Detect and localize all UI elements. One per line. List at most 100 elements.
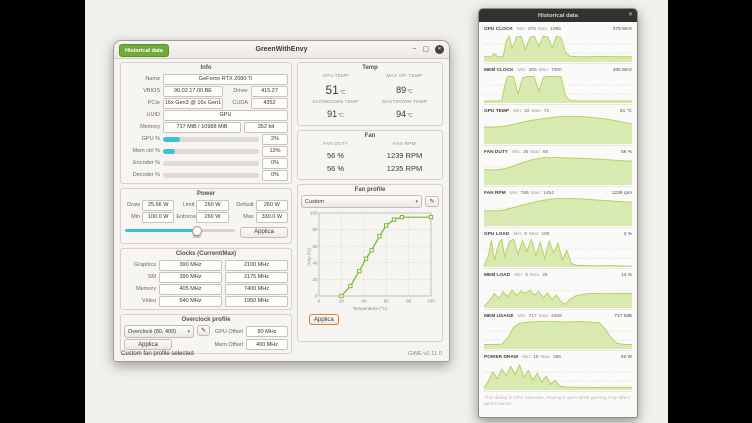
overclock-profile-select[interactable]: Overclock (80, 400) ▾	[124, 325, 194, 338]
svg-text:60: 60	[312, 244, 318, 249]
memctrl-value: 13%	[262, 146, 288, 157]
svg-text:20: 20	[339, 299, 345, 304]
pcie-label: PCIe	[124, 100, 160, 106]
fan-rpm-label: FAN RPM	[370, 141, 439, 149]
slowdown-temp-value: 91°C	[301, 108, 370, 121]
min-label: Min:	[512, 150, 521, 155]
metric-label: POWER DRAW	[484, 355, 518, 360]
memory-clock-label: Memory	[124, 286, 156, 292]
memory-value[interactable]: 717 MiB / 10988 MiB	[163, 122, 241, 133]
draw-value: 25.66 W	[142, 200, 174, 211]
metric-label: GPU LOAD	[484, 232, 509, 237]
vbios-label: VBIOS	[124, 88, 160, 94]
encoder-value: 0%	[262, 158, 288, 169]
min-label: Min	[124, 214, 140, 220]
info-row-pcie: PCIe 16x Gen3 @ 16x Gen1 CUDA 4352	[124, 97, 288, 109]
window-controls: − ▢ ✕	[412, 45, 444, 54]
metric-label: GPU TEMP	[484, 109, 509, 114]
fan-profile-apply-button[interactable]: Applica	[309, 314, 339, 325]
enforced-label: Enforced	[176, 214, 194, 220]
sm-current: 390 MHz	[159, 272, 222, 283]
memory-current: 405 MHz	[159, 284, 222, 295]
history-row-power-draw: POWER DRAW Min: 18 Max: 266 26 W	[484, 353, 632, 392]
historical-data-button[interactable]: Historical data	[119, 44, 169, 57]
chevron-down-icon: ▾	[187, 329, 190, 335]
driver-value[interactable]: 415.27	[251, 86, 288, 97]
minimize-icon[interactable]: −	[412, 45, 416, 54]
svg-text:60: 60	[384, 299, 390, 304]
memctrl-label: Mem ctrl %	[124, 148, 160, 154]
svg-text:100: 100	[310, 211, 318, 216]
performance-warning-note: This dialog is CPU intensive, leaving it…	[484, 396, 632, 409]
gpu-offset-label: GPU Offset	[213, 329, 243, 335]
vbios-value[interactable]: 90.02.17.00.BE	[163, 86, 223, 97]
maximize-icon[interactable]: ▢	[422, 45, 429, 54]
gpu-offset-value[interactable]: 80 MHz	[246, 326, 288, 337]
max-op-temp-value: 89°C	[370, 82, 439, 95]
clock-row-graphics: Graphics 390 MHz 2100 MHz	[124, 259, 288, 271]
slider-fill	[125, 229, 197, 232]
slowdown-temp-label: SLOWDOWN TEMP	[301, 99, 370, 107]
min-value: 375	[528, 27, 536, 32]
max-label: Max:	[539, 68, 549, 73]
fan-profile-select[interactable]: Custom ▾	[301, 195, 422, 208]
cuda-value[interactable]: 4352	[251, 98, 288, 109]
max-label: Max	[231, 214, 254, 220]
current-value: 2 %	[624, 232, 632, 237]
memory-bus-value[interactable]: 352 bit	[244, 122, 288, 133]
info-row-encoder: Encoder % 0%	[124, 157, 288, 169]
max-value: 71	[544, 109, 549, 114]
history-chart	[484, 34, 632, 62]
current-value: 56 %	[621, 150, 632, 155]
history-row-gpu-clock: GPU CLOCK Min: 375 Max: 1965 375 MHz	[484, 25, 632, 64]
fan-duty-label: FAN DUTY	[301, 141, 370, 149]
history-row-gpu-temp: GPU TEMP Min: 42 Max: 71 51 °C	[484, 107, 632, 146]
history-chart	[484, 280, 632, 308]
metric-label: FAN DUTY	[484, 150, 508, 155]
power-slider-row: 260 Applica	[124, 223, 288, 241]
uuid-value[interactable]: GPU	[163, 110, 288, 121]
min-value: 0	[524, 232, 527, 237]
max-value: 1965	[550, 27, 561, 32]
gwe-main-window: Historical data GreenWithEnvy − ▢ ✕ Info…	[113, 40, 450, 362]
screen: Historical data GreenWithEnvy − ▢ ✕ Info…	[0, 0, 752, 423]
shutdown-temp-value: 94°C	[370, 108, 439, 121]
min-label: Min:	[518, 68, 527, 73]
slider-value: 260	[193, 234, 201, 239]
info-title: Info	[124, 63, 288, 73]
slider-track[interactable]	[125, 229, 235, 232]
gpu-name-value[interactable]: GeForce RTX 2080 Ti	[163, 74, 288, 85]
current-value: 26 W	[621, 355, 632, 360]
edit-icon: ✎	[429, 198, 434, 205]
min-label: Min:	[513, 232, 522, 237]
sm-label: SM	[124, 274, 156, 280]
history-chart	[484, 362, 632, 390]
max-value: 266	[553, 355, 561, 360]
enforced-value: 260 W	[196, 212, 228, 223]
cuda-label: CUDA	[226, 100, 248, 106]
edit-fan-profile-button[interactable]: ✎	[425, 196, 439, 207]
close-icon[interactable]: ✕	[628, 12, 633, 19]
power-apply-button[interactable]: Applica	[240, 227, 288, 238]
gpu-temp-value: 51°C	[301, 82, 370, 98]
min-label: Min:	[522, 355, 531, 360]
x-axis-label: Temperature (°C)	[301, 305, 439, 312]
pcie-value[interactable]: 16x Gen3 @ 16x Gen1	[163, 98, 223, 109]
power-limit-slider[interactable]: 260	[124, 223, 236, 241]
encoder-label: Encoder %	[124, 160, 160, 166]
history-row-mem-load: MEM LOAD Min: 0 Max: 25 13 %	[484, 271, 632, 310]
max-label: Max:	[538, 27, 548, 32]
clocks-title: Clocks (Current/Max)	[124, 249, 288, 259]
history-chart	[484, 157, 632, 185]
temp-unit: °C	[407, 113, 413, 119]
max-value: 1454	[543, 191, 554, 196]
min-label: Min:	[514, 273, 523, 278]
history-chart	[484, 321, 632, 349]
max-value: 66	[543, 150, 548, 155]
chevron-down-icon: ▾	[415, 199, 418, 205]
min-value: 717	[529, 314, 537, 319]
close-icon[interactable]: ✕	[435, 45, 444, 54]
fan-duty-1: 56 %	[301, 150, 370, 162]
edit-overclock-button[interactable]: ✎	[197, 325, 210, 336]
min-value: 18	[533, 355, 538, 360]
